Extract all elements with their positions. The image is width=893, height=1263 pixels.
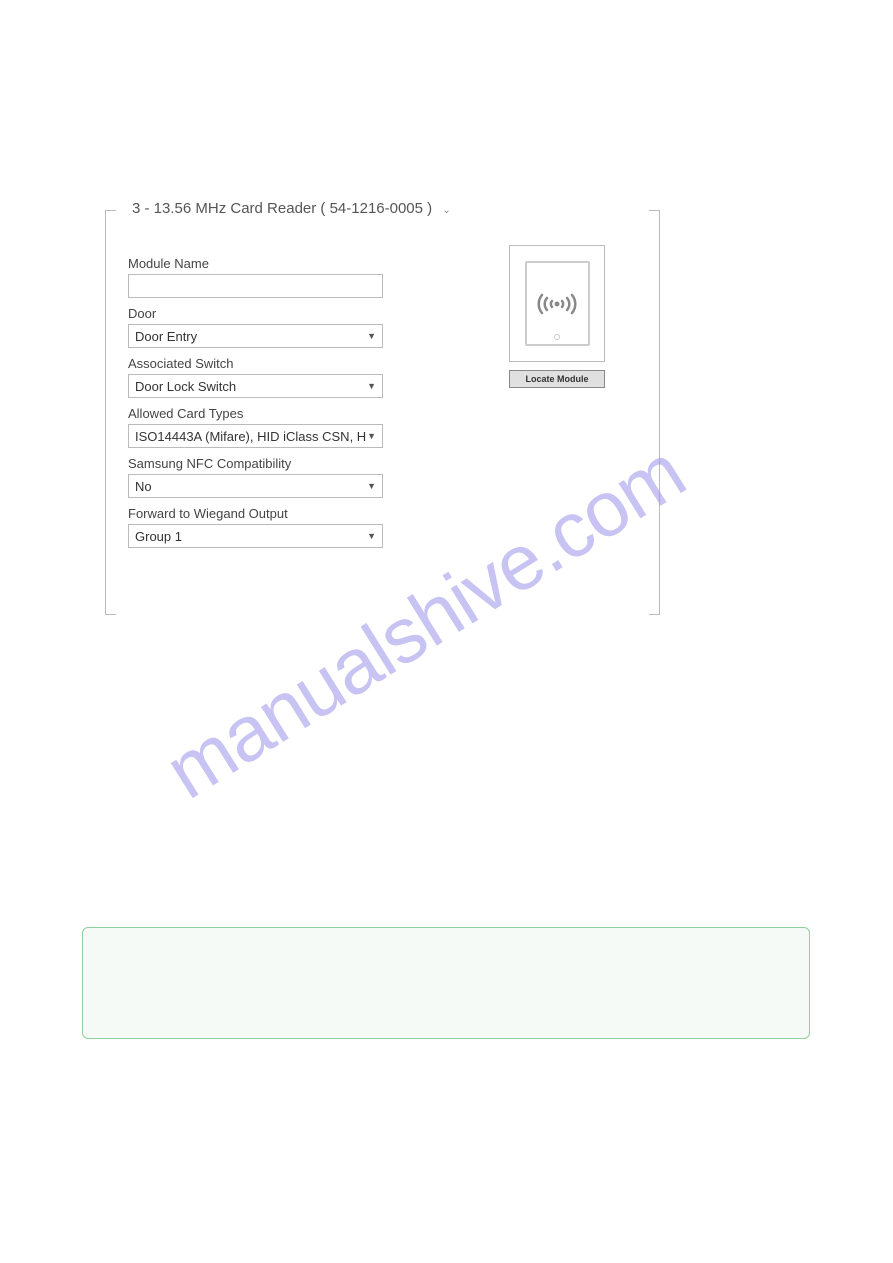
module-name-input[interactable] [128, 274, 383, 298]
associated-switch-label: Associated Switch [128, 356, 388, 371]
legend-title: 3 - 13.56 MHz Card Reader ( 54-1216-0005… [132, 200, 432, 217]
samsung-nfc-label: Samsung NFC Compatibility [128, 456, 388, 471]
associated-switch-value: Door Lock Switch [135, 379, 367, 394]
allowed-card-types-label: Allowed Card Types [128, 406, 388, 421]
caret-down-icon: ▼ [367, 331, 376, 341]
door-select[interactable]: Door Entry ▼ [128, 324, 383, 348]
wiegand-select[interactable]: Group 1 ▼ [128, 524, 383, 548]
device-illustration [525, 261, 590, 346]
samsung-nfc-select[interactable]: No ▼ [128, 474, 383, 498]
locate-module-button[interactable]: Locate Module [509, 370, 605, 388]
preview-frame [509, 245, 605, 362]
locate-module-label: Locate Module [525, 374, 588, 384]
info-box [82, 927, 810, 1039]
samsung-nfc-value: No [135, 479, 367, 494]
caret-down-icon: ▼ [367, 381, 376, 391]
form-area: Module Name Door Door Entry ▼ Associated… [128, 248, 388, 548]
allowed-card-types-value: ISO14443A (Mifare), HID iClass CSN, H [135, 429, 367, 444]
door-select-value: Door Entry [135, 329, 367, 344]
nfc-signal-icon [536, 291, 578, 317]
caret-down-icon: ▼ [367, 531, 376, 541]
caret-down-icon: ▼ [367, 431, 376, 441]
door-label: Door [128, 306, 388, 321]
module-name-label: Module Name [128, 256, 388, 271]
module-preview: Locate Module [509, 245, 605, 388]
allowed-card-types-select[interactable]: ISO14443A (Mifare), HID iClass CSN, H ▼ [128, 424, 383, 448]
caret-down-icon: ▼ [367, 481, 376, 491]
chevron-down-icon: ⌄ [442, 205, 450, 216]
fieldset-legend[interactable]: 3 - 13.56 MHz Card Reader ( 54-1216-0005… [128, 200, 455, 217]
associated-switch-select[interactable]: Door Lock Switch ▼ [128, 374, 383, 398]
wiegand-value: Group 1 [135, 529, 367, 544]
wiegand-label: Forward to Wiegand Output [128, 506, 388, 521]
